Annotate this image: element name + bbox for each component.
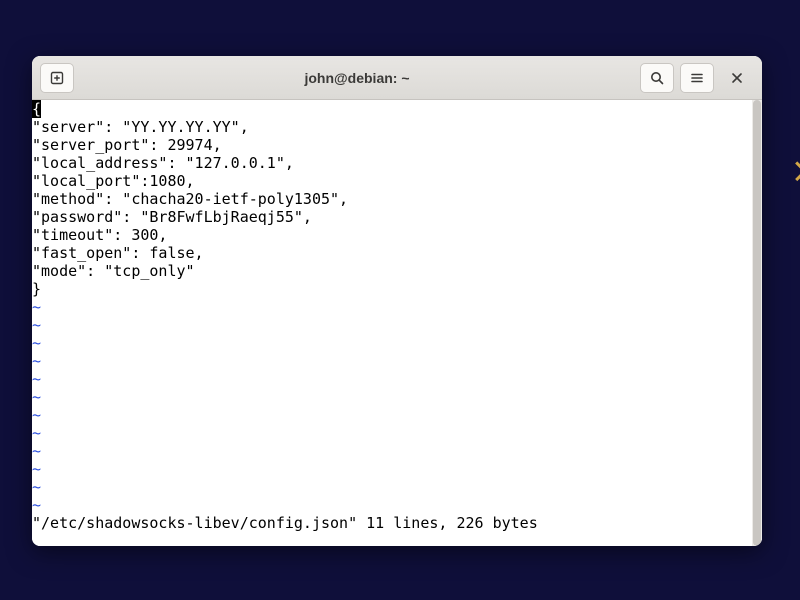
close-button[interactable] xyxy=(720,63,754,93)
terminal-line: } xyxy=(32,280,752,298)
empty-line-marker: ~ xyxy=(32,298,752,316)
close-icon xyxy=(730,71,744,85)
empty-line-marker: ~ xyxy=(32,334,752,352)
terminal-line: "server": "YY.YY.YY.YY", xyxy=(32,118,752,136)
new-tab-icon xyxy=(49,70,65,86)
new-tab-button[interactable] xyxy=(40,63,74,93)
search-button[interactable] xyxy=(640,63,674,93)
terminal-line: "local_address": "127.0.0.1", xyxy=(32,154,752,172)
terminal-line: "timeout": 300, xyxy=(32,226,752,244)
empty-line-marker: ~ xyxy=(32,496,752,514)
empty-line-marker: ~ xyxy=(32,478,752,496)
status-line: "/etc/shadowsocks-libev/config.json" 11 … xyxy=(32,514,752,532)
terminal-line: "mode": "tcp_only" xyxy=(32,262,752,280)
empty-line-marker: ~ xyxy=(32,352,752,370)
terminal-line: { xyxy=(32,100,752,118)
empty-line-marker: ~ xyxy=(32,406,752,424)
terminal-line: "fast_open": false, xyxy=(32,244,752,262)
cursor: { xyxy=(32,100,41,118)
scrollbar[interactable] xyxy=(752,100,762,546)
terminal-line: "password": "Br8FwfLbjRaeqj55", xyxy=(32,208,752,226)
screen-decoration xyxy=(787,161,800,181)
empty-line-marker: ~ xyxy=(32,442,752,460)
search-icon xyxy=(649,70,665,86)
terminal-window: john@debian: ~ xyxy=(32,56,762,546)
terminal-line: "local_port":1080, xyxy=(32,172,752,190)
menu-button[interactable] xyxy=(680,63,714,93)
titlebar: john@debian: ~ xyxy=(32,56,762,100)
window-title: john@debian: ~ xyxy=(78,70,636,86)
terminal-line: "server_port": 29974, xyxy=(32,136,752,154)
hamburger-icon xyxy=(689,70,705,86)
empty-line-marker: ~ xyxy=(32,370,752,388)
empty-line-marker: ~ xyxy=(32,460,752,478)
terminal-line: "method": "chacha20-ietf-poly1305", xyxy=(32,190,752,208)
empty-line-marker: ~ xyxy=(32,388,752,406)
scrollbar-thumb[interactable] xyxy=(753,100,761,546)
terminal-viewport[interactable]: {"server": "YY.YY.YY.YY","server_port": … xyxy=(32,100,762,546)
empty-line-marker: ~ xyxy=(32,424,752,442)
empty-line-marker: ~ xyxy=(32,316,752,334)
